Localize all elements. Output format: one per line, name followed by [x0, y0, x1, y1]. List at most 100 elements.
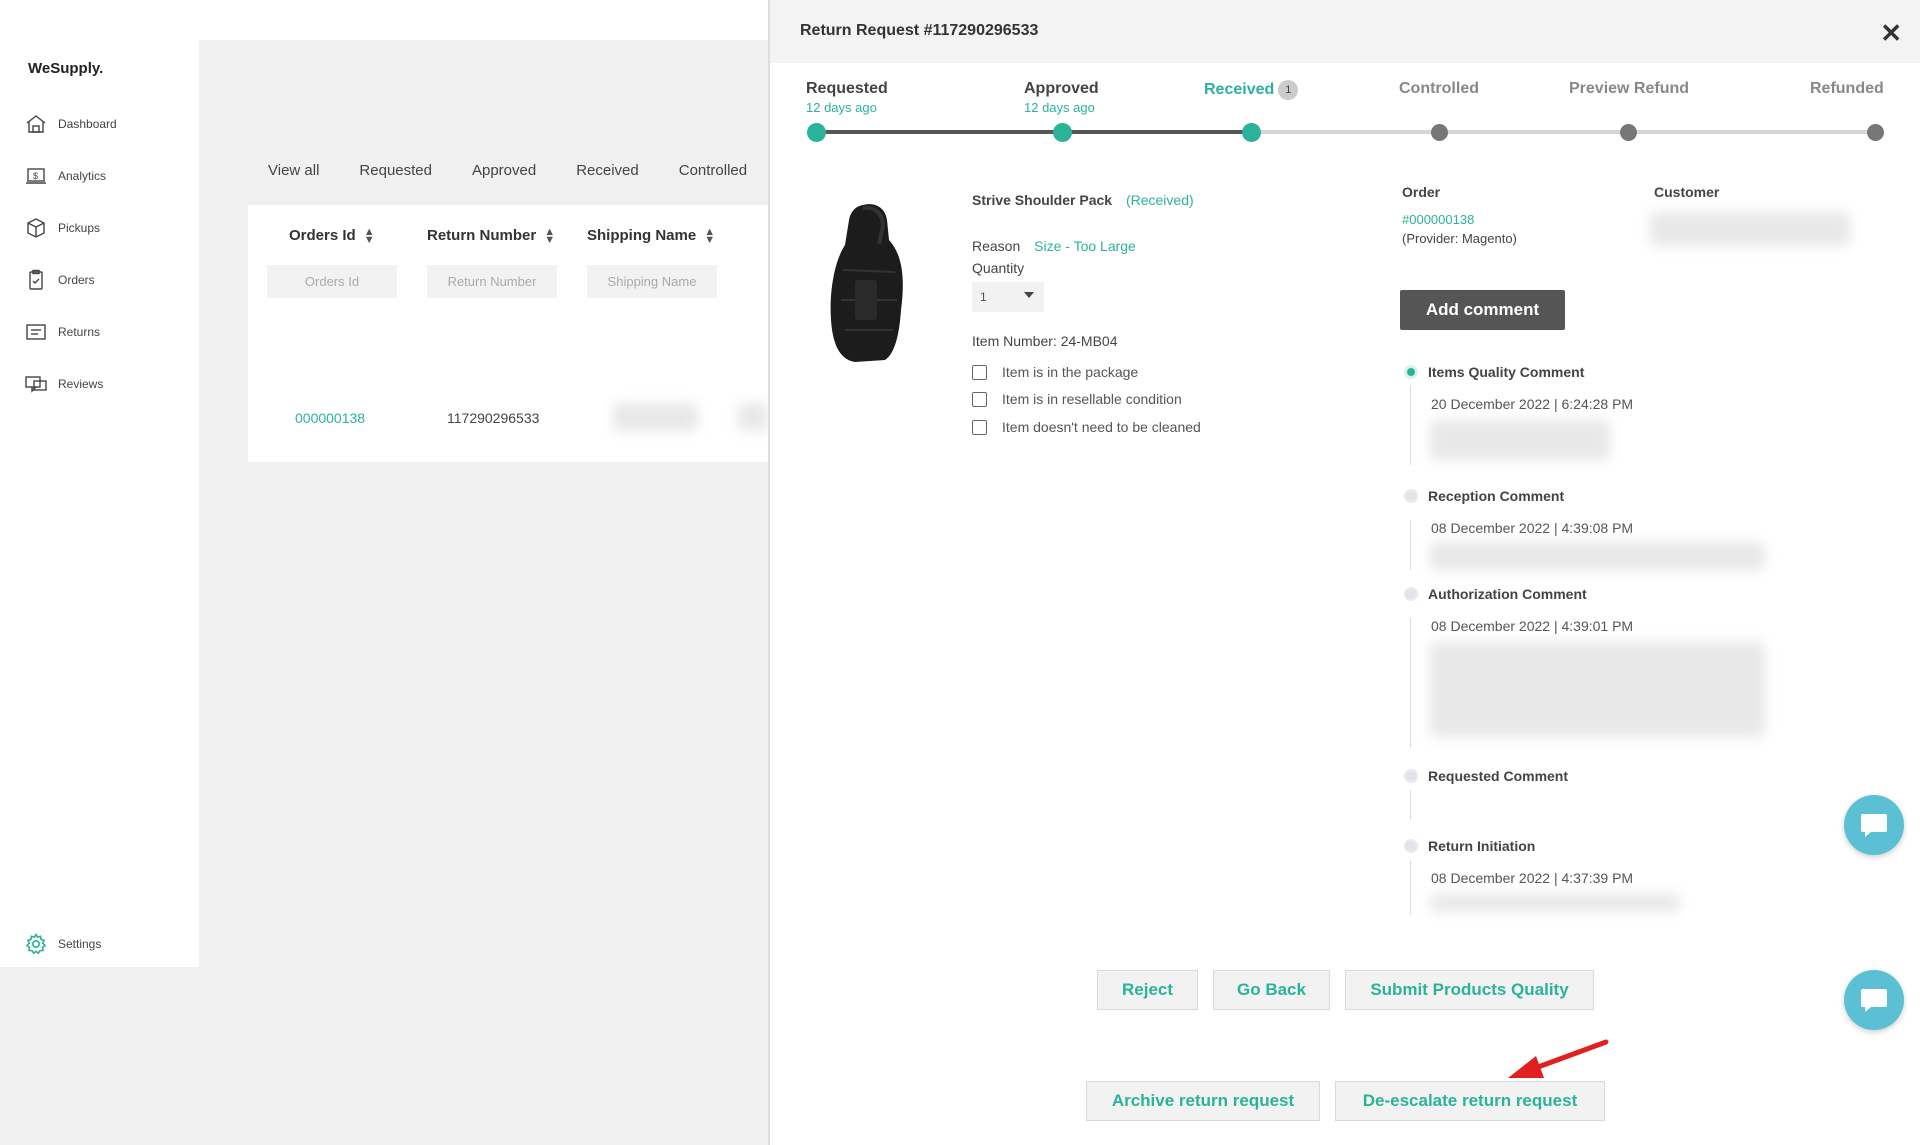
timeline-date: 20 December 2022 | 6:24:28 PM — [1431, 396, 1634, 412]
step-received: Received 1 — [1204, 80, 1299, 100]
tab-view-all[interactable]: View all — [268, 162, 319, 179]
check-no-cleaning[interactable]: Item doesn't need to be cleaned — [972, 419, 1201, 435]
quantity-label: Quantity — [972, 260, 1025, 276]
checkbox[interactable] — [972, 364, 987, 380]
column-header-label: Shipping Name — [587, 227, 697, 244]
sidebar-item-settings[interactable]: Settings — [24, 930, 101, 958]
timeline-dot-active — [1404, 365, 1418, 379]
step-received-label: Received — [1204, 81, 1275, 99]
tab-approved[interactable]: Approved — [472, 162, 536, 179]
orders-icon — [24, 268, 48, 292]
sidebar-item-reviews[interactable]: Reviews — [24, 370, 103, 398]
timeline-title: Requested Comment — [1428, 768, 1569, 784]
return-request-panel: Return Request #117290296533 ✕ Requested… — [768, 0, 1920, 1145]
quantity-value: 1 — [980, 290, 987, 304]
checkbox-label: Item doesn't need to be cleaned — [1002, 419, 1201, 435]
column-header-orders-id[interactable]: Orders Id ▲ ▼ — [289, 226, 375, 245]
timeline-dot — [1404, 839, 1418, 853]
timeline-dot — [1404, 587, 1418, 601]
chat-widget-button[interactable] — [1844, 795, 1904, 855]
order-id-link[interactable]: 000000138 — [295, 410, 365, 426]
sidebar-item-returns[interactable]: Returns — [24, 318, 100, 346]
redacted-cell — [738, 403, 768, 431]
sort-icon[interactable]: ▲ ▼ — [364, 226, 375, 245]
checkbox-label: Item is in resellable condition — [1002, 391, 1182, 407]
sort-icon[interactable]: ▲ ▼ — [704, 226, 715, 245]
chat-icon — [1861, 989, 1887, 1012]
timeline-line — [1410, 790, 1411, 820]
customer-label: Customer — [1654, 184, 1720, 200]
timeline-line — [1410, 520, 1411, 570]
sidebar-item-label: Settings — [58, 937, 102, 951]
redacted-comment — [1430, 542, 1765, 570]
step-preview-refund: Preview Refund — [1569, 80, 1690, 97]
column-header-return-number[interactable]: Return Number ▲ ▼ — [427, 226, 555, 245]
timeline-line — [1410, 860, 1411, 915]
returns-icon — [24, 320, 48, 344]
red-arrow-annotation — [1508, 1039, 1609, 1078]
step-count-badge: 1 — [1278, 80, 1299, 100]
sidebar: WeSupply. Dashboard $ Analytics Pickups … — [0, 0, 199, 967]
archive-return-request-button[interactable]: Archive return request — [1086, 1081, 1320, 1121]
add-comment-button[interactable]: Add comment — [1400, 290, 1565, 330]
timeline-title: Items Quality Comment — [1428, 364, 1585, 380]
timeline-title: Authorization Comment — [1428, 586, 1587, 602]
sidebar-item-label: Returns — [58, 325, 101, 339]
chat-widget-button[interactable] — [1844, 970, 1904, 1030]
submit-products-quality-button[interactable]: Submit Products Quality — [1345, 970, 1594, 1010]
go-back-button[interactable]: Go Back — [1213, 970, 1330, 1010]
status-filter-tabs: View all Requested Approved Received Con… — [268, 162, 787, 179]
step-dot-preview-refund — [1620, 124, 1637, 141]
step-dot-controlled — [1431, 124, 1448, 141]
redacted-shipping-name — [613, 403, 698, 431]
chat-icon — [1861, 814, 1887, 837]
sidebar-item-orders[interactable]: Orders — [24, 266, 95, 294]
step-requested-time: 12 days ago — [806, 100, 877, 115]
progress-track — [817, 130, 1876, 134]
pickups-icon — [24, 216, 48, 240]
shipping-name-filter-input[interactable]: Shipping Name — [587, 265, 717, 298]
timeline-title: Return Initiation — [1428, 838, 1536, 854]
sort-icon[interactable]: ▲ ▼ — [544, 226, 555, 245]
step-dot-approved — [1053, 123, 1072, 142]
redacted-comment — [1430, 894, 1680, 912]
brand-logo: WeSupply. — [28, 60, 104, 77]
column-header-label: Return Number — [427, 227, 537, 244]
tab-controlled[interactable]: Controlled — [679, 162, 747, 179]
return-number-filter-input[interactable]: Return Number — [427, 265, 557, 298]
returns-table: Orders Id ▲ ▼ Return Number ▲ ▼ Shipping N… — [248, 205, 768, 462]
sidebar-item-pickups[interactable]: Pickups — [24, 214, 100, 242]
redacted-customer-info — [1650, 212, 1850, 246]
step-dot-refunded — [1867, 124, 1884, 141]
timeline-line — [1410, 618, 1411, 748]
checkbox[interactable] — [972, 419, 987, 435]
gear-icon — [24, 932, 48, 956]
product-status: (Received) — [1125, 192, 1194, 208]
reject-button[interactable]: Reject — [1097, 970, 1198, 1010]
sidebar-item-label: Reviews — [58, 377, 104, 391]
step-refunded: Refunded — [1810, 80, 1884, 97]
checkbox-label: Item is in the package — [1002, 364, 1139, 380]
check-resellable[interactable]: Item is in resellable condition — [972, 391, 1182, 407]
reason-label: Reason — [972, 238, 1021, 254]
orders-id-filter-input[interactable]: Orders Id — [267, 265, 397, 298]
step-requested: Requested — [806, 80, 888, 97]
product-name: Strive Shoulder Pack (Received) — [972, 192, 1194, 208]
quantity-select[interactable]: 1 — [972, 282, 1044, 312]
product-name-text: Strive Shoulder Pack — [972, 192, 1113, 208]
timeline-dot — [1404, 489, 1418, 503]
tab-requested[interactable]: Requested — [359, 162, 432, 179]
redacted-comment — [1430, 420, 1610, 460]
column-header-shipping-name[interactable]: Shipping Name ▲ ▼ — [587, 226, 715, 245]
order-number-link[interactable]: #000000138 — [1402, 212, 1474, 227]
tab-received[interactable]: Received — [576, 162, 639, 179]
check-in-package[interactable]: Item is in the package — [972, 364, 1138, 380]
sidebar-item-analytics[interactable]: $ Analytics — [24, 162, 106, 190]
sidebar-item-label: Analytics — [58, 169, 107, 183]
chevron-down-icon — [1024, 292, 1034, 298]
sidebar-item-dashboard[interactable]: Dashboard — [24, 110, 117, 138]
item-number: Item Number: 24-MB04 — [972, 333, 1118, 349]
de-escalate-return-request-button[interactable]: De-escalate return request — [1335, 1081, 1605, 1121]
reason-row: Reason Size - Too Large — [972, 238, 1136, 254]
checkbox[interactable] — [972, 391, 987, 407]
